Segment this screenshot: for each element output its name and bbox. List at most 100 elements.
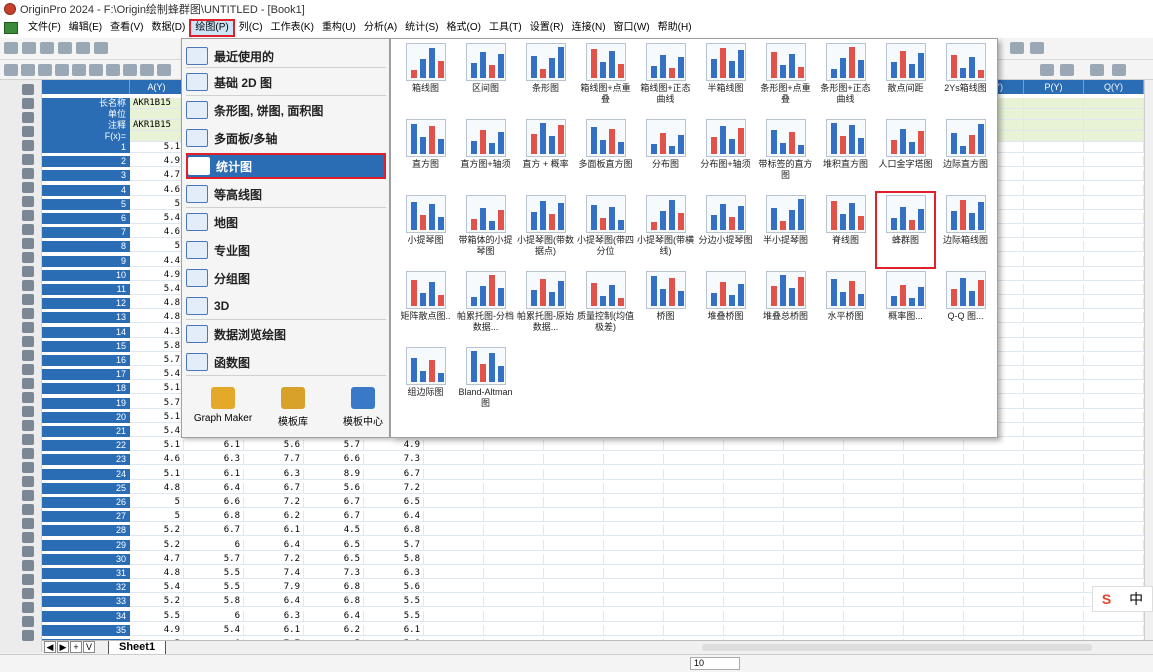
table-cell[interactable] [1084, 468, 1144, 480]
table-cell[interactable]: 5.4 [130, 369, 184, 381]
gallery-plot-item[interactable]: 堆叠总桥图 [757, 269, 814, 343]
tool-button-icon[interactable] [22, 518, 34, 529]
table-cell[interactable] [724, 596, 784, 608]
table-cell[interactable] [784, 539, 844, 551]
table-cell[interactable]: 6.4 [244, 539, 304, 551]
table-cell[interactable] [1084, 369, 1144, 381]
gallery-plot-item[interactable]: 帕累托图-分档数据... [457, 269, 514, 343]
table-cell[interactable] [844, 624, 904, 636]
row-number[interactable]: 27 [42, 511, 130, 523]
gallery-plot-item[interactable]: Q-Q 图... [937, 269, 994, 343]
font-size-input[interactable]: 10 [690, 657, 740, 670]
table-cell[interactable]: 5.7 [130, 397, 184, 409]
table-cell[interactable]: 5.4 [184, 624, 244, 636]
table-cell[interactable]: 5.7 [130, 355, 184, 366]
table-cell[interactable]: 6.6 [304, 454, 364, 466]
ime-indicator[interactable]: S 中 [1092, 586, 1153, 612]
table-cell[interactable] [664, 525, 724, 537]
gallery-plot-item[interactable]: 质量控制(均值极差) [577, 269, 634, 343]
table-cell[interactable] [484, 582, 544, 594]
row-number[interactable]: 2 [42, 156, 130, 168]
menu-item[interactable]: 绘图(P) [189, 19, 235, 37]
table-cell[interactable] [784, 596, 844, 608]
row-number[interactable]: 28 [42, 525, 130, 537]
table-cell[interactable] [1084, 298, 1144, 310]
table-cell[interactable] [1084, 454, 1144, 466]
table-cell[interactable] [1024, 326, 1084, 338]
gallery-plot-item[interactable]: 半箱线图 [697, 41, 754, 115]
table-cell[interactable]: 6.7 [304, 511, 364, 523]
toolbar-button-icon[interactable] [89, 64, 103, 76]
table-cell[interactable] [1024, 440, 1084, 452]
row-number[interactable]: 15 [42, 340, 130, 352]
table-cell[interactable] [844, 511, 904, 523]
toolbar-button-icon[interactable] [72, 64, 86, 76]
table-cell[interactable] [1024, 624, 1084, 636]
table-cell[interactable] [1024, 355, 1084, 366]
menu-item[interactable]: 统计(S) [401, 19, 442, 37]
table-cell[interactable]: 6.3 [184, 454, 244, 466]
table-cell[interactable]: 4.6 [130, 184, 184, 196]
table-cell[interactable]: 7.9 [244, 582, 304, 594]
table-cell[interactable] [664, 568, 724, 579]
toolbar-button-icon[interactable] [38, 64, 52, 76]
table-cell[interactable] [1084, 355, 1144, 366]
table-cell[interactable] [604, 553, 664, 565]
sheet-corner[interactable] [42, 80, 130, 94]
table-cell[interactable] [1024, 383, 1084, 395]
row-number[interactable]: 17 [42, 369, 130, 381]
table-cell[interactable] [604, 511, 664, 523]
table-cell[interactable]: 4.9 [130, 156, 184, 168]
table-cell[interactable] [1084, 241, 1144, 253]
gallery-plot-item[interactable]: 区间图 [457, 41, 514, 115]
toolbar-button-icon[interactable] [76, 42, 90, 54]
table-cell[interactable] [904, 610, 964, 622]
table-cell[interactable] [844, 596, 904, 608]
meta-cell[interactable] [130, 109, 184, 120]
column-header[interactable]: P(Y) [1024, 80, 1084, 94]
table-cell[interactable] [544, 525, 604, 537]
table-cell[interactable] [1024, 184, 1084, 196]
table-cell[interactable]: 5.4 [130, 213, 184, 224]
table-cell[interactable] [664, 624, 724, 636]
table-cell[interactable] [1024, 312, 1084, 324]
table-cell[interactable] [904, 596, 964, 608]
plot-menu-item[interactable]: 数据浏览绘图 [186, 321, 386, 347]
table-cell[interactable]: 5.6 [304, 482, 364, 494]
table-cell[interactable] [904, 553, 964, 565]
table-cell[interactable] [1084, 156, 1144, 168]
menu-item[interactable]: 工作表(K) [267, 19, 318, 37]
table-cell[interactable] [1084, 610, 1144, 622]
row-number[interactable]: 33 [42, 596, 130, 608]
table-cell[interactable] [964, 582, 1024, 594]
table-cell[interactable]: 5 [130, 241, 184, 253]
row-number[interactable]: 31 [42, 568, 130, 579]
tool-button-icon[interactable] [22, 532, 34, 543]
table-cell[interactable]: 6.6 [184, 497, 244, 508]
gallery-plot-item[interactable]: 多面板直方图 [577, 117, 634, 191]
table-cell[interactable] [1024, 525, 1084, 537]
tool-button-icon[interactable] [22, 252, 34, 263]
table-cell[interactable] [424, 440, 484, 452]
table-cell[interactable] [604, 582, 664, 594]
meta-cell[interactable]: AKR1B15 [130, 98, 184, 109]
table-cell[interactable] [484, 539, 544, 551]
table-cell[interactable]: 7.2 [244, 497, 304, 508]
table-cell[interactable] [844, 582, 904, 594]
table-cell[interactable] [784, 482, 844, 494]
table-cell[interactable] [1084, 170, 1144, 182]
tool-button-icon[interactable] [22, 378, 34, 389]
gallery-plot-item[interactable]: 直方 + 概率 [517, 117, 574, 191]
table-cell[interactable] [484, 553, 544, 565]
table-cell[interactable] [1024, 269, 1084, 281]
table-cell[interactable]: 5.1 [130, 383, 184, 395]
row-number[interactable]: 19 [42, 397, 130, 409]
gallery-plot-item[interactable]: 条形图+正态曲线 [817, 41, 874, 115]
table-cell[interactable] [544, 440, 604, 452]
table-cell[interactable]: 7.7 [244, 454, 304, 466]
table-cell[interactable] [1084, 383, 1144, 395]
meta-cell[interactable] [1024, 109, 1084, 120]
table-cell[interactable] [1024, 511, 1084, 523]
table-cell[interactable] [544, 539, 604, 551]
gallery-plot-item[interactable]: 概率图... [877, 269, 934, 343]
